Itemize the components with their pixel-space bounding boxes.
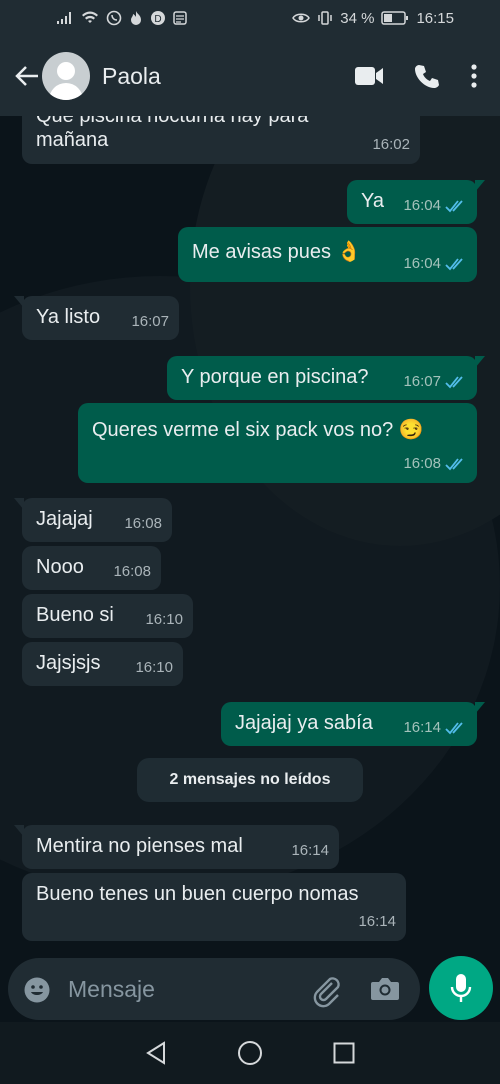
contact-name[interactable]: Paola [102, 63, 354, 90]
header-actions [354, 63, 478, 89]
whatsapp-notification-icon [106, 10, 122, 26]
incoming-message[interactable]: Nooo 16:08 [22, 546, 161, 590]
nav-recents-icon[interactable] [333, 1042, 355, 1064]
message-time: 16:08 [124, 515, 162, 532]
contact-avatar[interactable] [42, 52, 90, 100]
message-time: 16:04 [403, 193, 467, 219]
read-receipt-icon [445, 200, 463, 213]
nav-back-icon[interactable] [145, 1041, 167, 1065]
system-navigation-bar [0, 1022, 500, 1084]
message-time: 16:02 [372, 136, 410, 153]
camera-icon[interactable] [370, 976, 400, 1002]
svg-text:D: D [154, 14, 161, 25]
read-receipt-icon [445, 258, 463, 271]
message-time: 16:14 [358, 913, 396, 930]
message-time: 16:10 [135, 659, 173, 676]
message-time: 16:07 [131, 313, 169, 330]
chat-area[interactable]: Que piscina nocturna hay para mañana 16:… [0, 116, 500, 952]
message-input-box[interactable]: Mensaje [8, 958, 420, 1020]
emoji-icon[interactable] [23, 976, 51, 1004]
microphone-icon [450, 974, 472, 1002]
message-composer: Mensaje [0, 952, 500, 1022]
incoming-message[interactable]: Ya listo 16:07 [14, 296, 179, 340]
incoming-message[interactable]: Bueno tenes un buen cuerpo nomas 16:14 [22, 873, 406, 941]
message-time: 16:07 [403, 369, 467, 395]
tinder-notification-icon [131, 11, 141, 25]
status-right-icons: 34 % 16:15 [292, 10, 454, 27]
eye-comfort-icon [292, 13, 311, 23]
voice-message-button[interactable] [429, 956, 493, 1020]
message-time: 16:14 [291, 842, 329, 859]
incoming-message[interactable]: Jajajaj 16:08 [14, 498, 172, 542]
wifi-icon [82, 11, 98, 23]
nav-home-icon[interactable] [237, 1040, 263, 1066]
message-time: 16:04 [403, 251, 467, 277]
back-button[interactable] [7, 56, 47, 96]
message-input[interactable]: Mensaje [68, 976, 155, 1003]
message-text: Que piscina nocturna hay para mañana [36, 116, 309, 151]
status-left-icons: D [56, 10, 187, 26]
video-call-icon[interactable] [354, 65, 384, 87]
read-receipt-icon [445, 458, 463, 471]
more-options-icon[interactable] [470, 64, 478, 88]
message-time: 16:08 [403, 451, 467, 477]
signal-icon [57, 12, 71, 24]
incoming-message[interactable]: Que piscina nocturna hay para mañana 16:… [22, 116, 420, 164]
chat-header: Paola [0, 36, 500, 116]
outgoing-message[interactable]: Queres verme el six pack vos no? 😏 16:08 [78, 403, 477, 483]
news-notification-icon [173, 11, 187, 25]
incoming-message[interactable]: Mentira no pienses mal 16:14 [14, 825, 339, 869]
voice-call-icon[interactable] [414, 63, 440, 89]
read-receipt-icon [445, 722, 463, 735]
message-text: Mentira no pienses mal [36, 835, 243, 857]
battery-icon [381, 11, 409, 25]
message-time: 16:08 [113, 563, 151, 580]
unread-messages-divider: 2 mensajes no leídos [137, 758, 363, 802]
message-text: Bueno tenes un buen cuerpo nomas [36, 883, 359, 905]
read-receipt-icon [445, 376, 463, 389]
back-arrow-icon [15, 66, 38, 86]
message-time: 16:10 [145, 611, 183, 628]
incoming-message[interactable]: Bueno si 16:10 [22, 594, 193, 638]
message-time: 16:14 [403, 715, 467, 741]
app-notification-icon: D [151, 11, 165, 25]
battery-percentage: 34 % [340, 9, 375, 27]
status-time: 16:15 [416, 9, 454, 27]
attachment-icon[interactable] [310, 974, 344, 1008]
status-bar: D 34 % 16:15 [0, 0, 500, 36]
incoming-message[interactable]: Jajsjsjs 16:10 [22, 642, 183, 686]
vibrate-icon [318, 11, 332, 25]
outgoing-message[interactable]: Me avisas pues 👌 16:04 [178, 227, 477, 282]
message-text: Queres verme el six pack vos no? 😏 [92, 419, 424, 441]
outgoing-message[interactable]: Ya 16:04 [347, 180, 485, 224]
outgoing-message[interactable]: Y porque en piscina? 16:07 [167, 356, 485, 400]
outgoing-message[interactable]: Jajajaj ya sabía 16:14 [221, 702, 485, 746]
